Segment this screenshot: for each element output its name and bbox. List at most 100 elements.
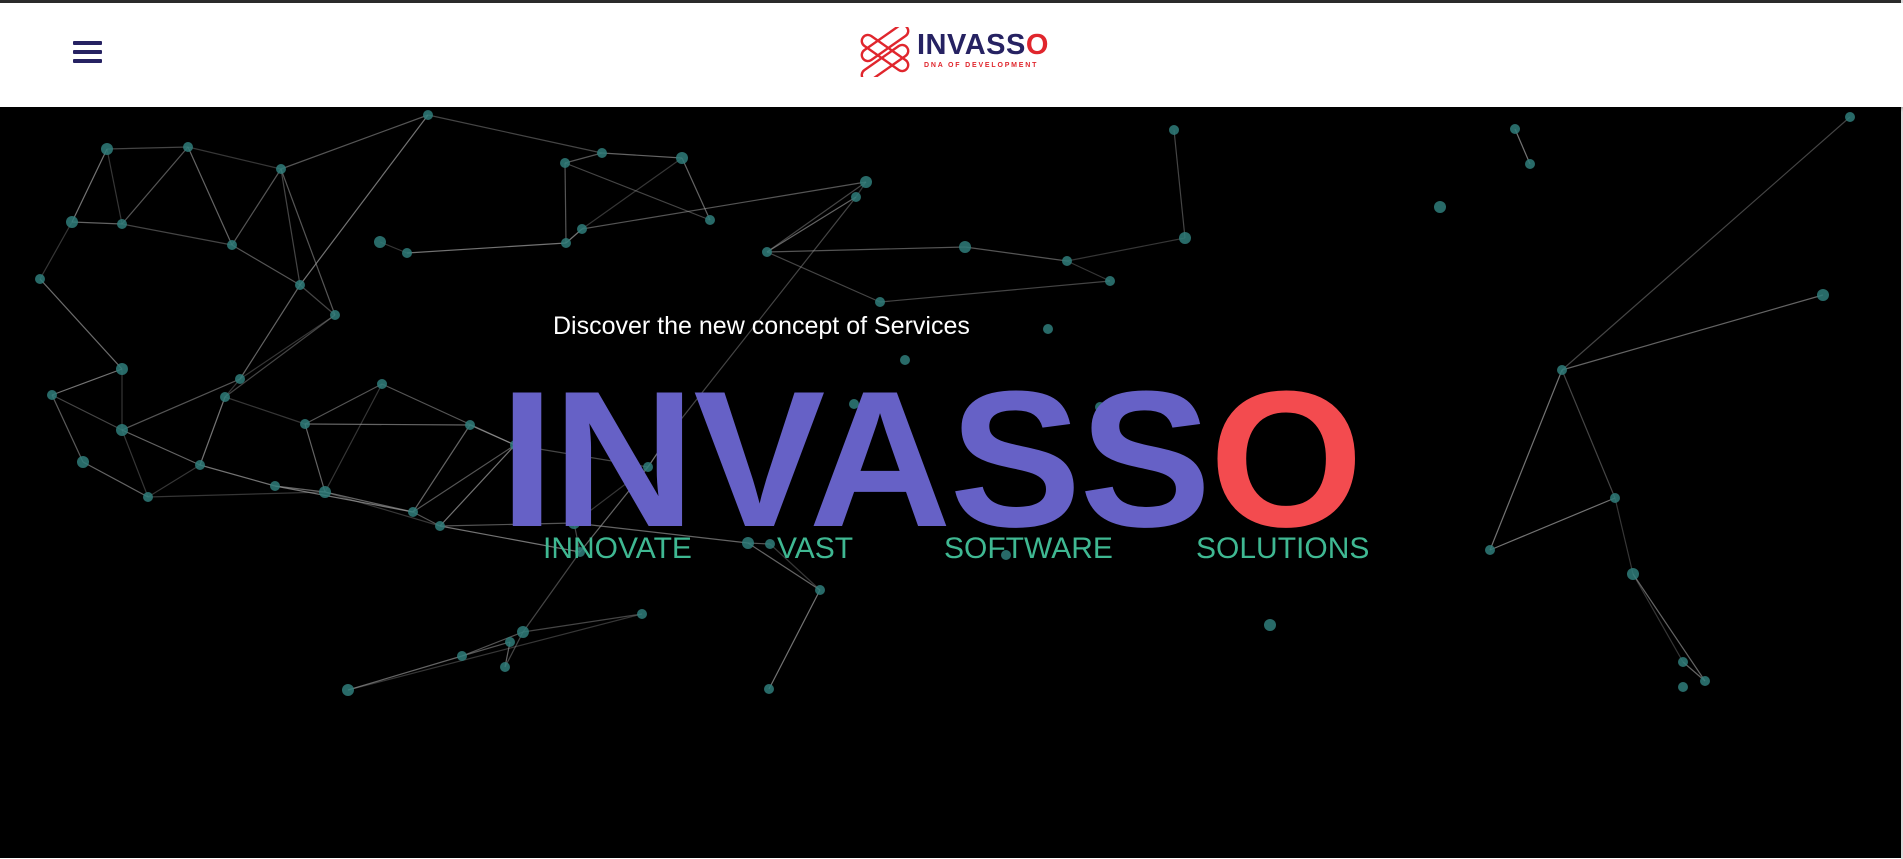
network-node	[676, 152, 688, 164]
network-node	[435, 521, 445, 531]
network-node	[117, 219, 127, 229]
network-link	[1561, 116, 1851, 371]
network-node	[1434, 201, 1446, 213]
network-node	[705, 215, 715, 225]
network-link	[1632, 573, 1684, 663]
network-link	[106, 146, 189, 150]
network-link	[564, 162, 567, 244]
network-node	[1062, 256, 1072, 266]
network-node	[457, 651, 467, 661]
network-node	[815, 585, 825, 595]
hero-section: Discover the new concept of Services INV…	[0, 107, 1901, 858]
network-link	[224, 314, 336, 398]
menu-bar	[73, 50, 102, 54]
network-node	[330, 310, 340, 320]
network-link	[766, 196, 857, 253]
network-node	[500, 662, 510, 672]
network-node	[66, 216, 78, 228]
site-logo[interactable]: INVASSO DNA OF DEVELOPMENT	[860, 27, 1048, 77]
network-node	[374, 236, 386, 248]
network-node	[143, 492, 153, 502]
network-node	[116, 363, 128, 375]
network-node	[220, 392, 230, 402]
network-link	[581, 157, 683, 230]
network-node	[1678, 657, 1688, 667]
network-node	[1678, 682, 1688, 692]
network-link	[427, 114, 603, 154]
network-node	[860, 176, 872, 188]
network-link	[231, 168, 282, 246]
network-node	[77, 456, 89, 468]
network-link	[39, 221, 73, 280]
network-node	[116, 424, 128, 436]
hero-brand-title: INVASSO	[500, 363, 1364, 557]
network-link	[280, 168, 301, 286]
network-link	[187, 146, 233, 246]
network-link	[71, 148, 108, 223]
network-node	[597, 148, 607, 158]
logo-word-main: INVASS	[917, 29, 1026, 61]
network-link	[51, 368, 123, 396]
network-link	[564, 152, 603, 164]
network-node	[101, 143, 113, 155]
logo-tagline: DNA OF DEVELOPMENT	[924, 62, 1039, 69]
network-node	[35, 274, 45, 284]
network-link	[51, 394, 123, 431]
acronym-word-innovate: INNOVATE	[543, 532, 692, 565]
network-node	[270, 481, 280, 491]
network-link	[239, 314, 336, 380]
network-link	[1489, 369, 1563, 551]
network-node	[1179, 232, 1191, 244]
network-node	[47, 390, 57, 400]
network-link	[766, 181, 867, 253]
network-node	[1817, 289, 1829, 301]
network-link	[224, 396, 306, 425]
network-node	[402, 248, 412, 258]
network-link	[766, 246, 966, 253]
network-node	[875, 297, 885, 307]
network-link	[304, 423, 326, 493]
network-link	[412, 424, 471, 513]
network-link	[199, 396, 226, 466]
network-node	[1700, 676, 1710, 686]
acronym-word-software: SOFTWARE	[944, 532, 1113, 565]
hamburger-menu-button[interactable]	[70, 39, 104, 67]
network-node	[1043, 324, 1053, 334]
network-link	[1066, 237, 1186, 262]
network-node	[195, 460, 205, 470]
network-link	[1514, 128, 1531, 165]
network-link	[121, 146, 189, 225]
logo-word-accent: O	[1025, 29, 1049, 61]
network-link	[239, 284, 301, 380]
network-link	[381, 383, 516, 446]
network-node	[276, 164, 286, 174]
network-link	[231, 244, 301, 286]
network-node	[1105, 276, 1115, 286]
network-link	[274, 485, 414, 513]
network-node	[1264, 619, 1276, 631]
network-link	[768, 589, 821, 690]
network-link	[1173, 129, 1186, 239]
interlinked-rings-logo-icon	[860, 27, 910, 77]
network-link	[581, 181, 867, 230]
network-link	[199, 464, 276, 487]
network-node	[851, 192, 861, 202]
network-link	[299, 114, 429, 286]
network-link	[1489, 497, 1616, 551]
network-link	[766, 251, 881, 303]
network-link	[51, 394, 84, 463]
network-link	[106, 148, 123, 225]
network-link	[347, 613, 643, 691]
network-node	[1510, 124, 1520, 134]
network-node	[319, 486, 331, 498]
network-link	[1632, 573, 1706, 682]
network-node	[377, 379, 387, 389]
network-node	[561, 238, 571, 248]
network-link	[1561, 369, 1616, 499]
network-node	[300, 419, 310, 429]
network-link	[39, 278, 123, 370]
network-link	[406, 242, 567, 254]
network-link	[964, 246, 1068, 262]
menu-bar	[73, 59, 102, 63]
network-node	[295, 280, 305, 290]
